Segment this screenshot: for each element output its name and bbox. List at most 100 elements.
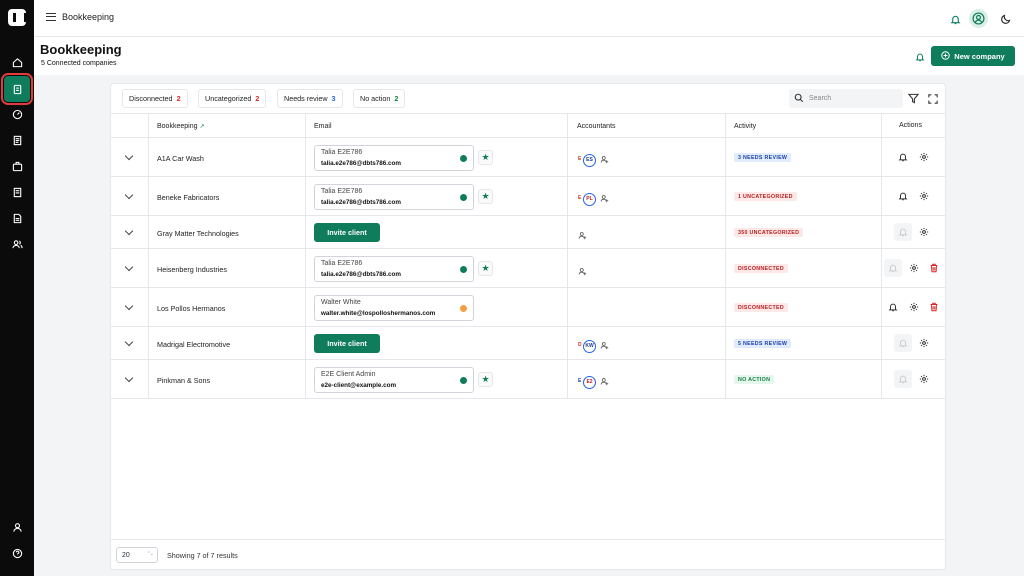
settings-gear-icon[interactable]	[915, 334, 933, 352]
nav-users-icon[interactable]	[7, 234, 27, 254]
table-row[interactable]: Los Pollos Hermanos Walter White walter.…	[111, 288, 945, 327]
bell-icon[interactable]	[884, 298, 902, 316]
nav-bookkeeping-icon[interactable]	[1, 73, 33, 105]
col-actions: Actions	[899, 122, 922, 129]
accountant-avatars[interactable]: E PL	[578, 190, 609, 208]
nav-documents-icon[interactable]	[7, 208, 27, 228]
avatar: E2	[583, 375, 596, 389]
dark-mode-icon[interactable]	[998, 11, 1013, 26]
client-contact[interactable]: Talia E2E786 talia.e2e786@dbts786.com	[314, 184, 474, 210]
chevron-down-icon[interactable]	[124, 190, 134, 200]
settings-gear-icon[interactable]	[905, 259, 923, 277]
star-icon[interactable]: ★	[478, 150, 493, 165]
trash-icon[interactable]	[925, 259, 943, 277]
accountant-avatars[interactable]: D KW	[578, 337, 609, 355]
filter-disconnected[interactable]: Disconnected 2	[122, 89, 188, 108]
table-row[interactable]: Gray Matter Technologies Invite client 3…	[111, 216, 945, 249]
header-bell-icon[interactable]	[914, 51, 926, 63]
search-input[interactable]: Search	[789, 89, 903, 108]
filter-count: 2	[176, 94, 181, 103]
star-icon[interactable]: ★	[478, 261, 493, 276]
bell-icon[interactable]	[894, 187, 912, 205]
new-company-button[interactable]: New company	[931, 46, 1015, 66]
add-accountant-icon[interactable]	[600, 151, 609, 169]
add-accountant-icon[interactable]	[600, 373, 609, 391]
plus-circle-icon	[941, 50, 951, 62]
chevron-down-icon[interactable]	[124, 301, 134, 311]
contact-name: E2E Client Admin	[321, 371, 376, 378]
settings-gear-icon[interactable]	[915, 370, 933, 388]
table-row[interactable]: Madrigal Electromotive Invite client D KW…	[111, 327, 945, 360]
user-avatar-icon[interactable]	[969, 9, 988, 28]
table-row[interactable]: Pinkman & Sons E2E Client Admin e2e-clie…	[111, 360, 945, 399]
results-summary: Showing 7 of 7 results	[167, 551, 238, 560]
bell-icon[interactable]	[894, 334, 912, 352]
settings-gear-icon[interactable]	[915, 187, 933, 205]
company-name: Pinkman & Sons	[157, 376, 211, 385]
app-logo[interactable]	[8, 9, 27, 26]
activity-badge: 1 UNCATEGORIZED	[734, 192, 797, 201]
nav-briefcase-icon[interactable]	[7, 156, 27, 176]
chevron-down-icon[interactable]	[124, 337, 134, 347]
table-row[interactable]: Heisenberg Industries Talia E2E786 talia…	[111, 249, 945, 288]
accountant-avatars[interactable]	[578, 227, 587, 245]
accountant-avatars[interactable]	[578, 263, 587, 281]
fullscreen-icon[interactable]	[926, 92, 939, 105]
contact-name: Walter White	[321, 299, 361, 306]
nav-profile-icon[interactable]	[7, 517, 27, 537]
chevron-down-icon[interactable]	[124, 151, 134, 161]
avatar: PL	[583, 192, 596, 206]
invite-client-button[interactable]: Invite client	[314, 223, 380, 242]
filter-uncategorized[interactable]: Uncategorized 2	[198, 89, 267, 108]
nav-help-icon[interactable]	[7, 543, 27, 563]
page-subtitle: 5 Connected companies	[41, 60, 117, 67]
contact-email: talia.e2e786@dbts786.com	[321, 271, 401, 278]
client-contact[interactable]: Talia E2E786 talia.e2e786@dbts786.com	[314, 256, 474, 282]
accountant-avatars[interactable]: E ES	[578, 151, 609, 169]
menu-toggle-icon[interactable]	[46, 13, 56, 21]
star-icon[interactable]: ★	[478, 372, 493, 387]
bell-icon[interactable]	[894, 370, 912, 388]
contact-name: Talia E2E786	[321, 188, 363, 195]
client-contact[interactable]: Talia E2E786 talia.e2e786@dbts786.com	[314, 145, 474, 171]
notifications-icon[interactable]	[948, 12, 962, 26]
bell-icon[interactable]	[894, 148, 912, 166]
trash-icon[interactable]	[925, 298, 943, 316]
nav-home-icon[interactable]	[7, 52, 27, 72]
avatar: KW	[583, 339, 596, 353]
breadcrumb: Bookkeeping	[62, 12, 115, 22]
invite-client-button[interactable]: Invite client	[314, 334, 380, 353]
table-row[interactable]: A1A Car Wash Talia E2E786 talia.e2e786@d…	[111, 138, 945, 177]
chevron-down-icon[interactable]	[124, 226, 134, 236]
add-accountant-icon[interactable]	[600, 190, 609, 208]
chevron-down-icon[interactable]	[124, 262, 134, 272]
col-bookkeeping[interactable]: Bookkeeping ↗	[157, 123, 204, 130]
settings-gear-icon[interactable]	[915, 223, 933, 241]
settings-gear-icon[interactable]	[915, 148, 933, 166]
client-contact[interactable]: Walter White walter.white@lospollosherma…	[314, 295, 474, 321]
page-title: Bookkeeping	[40, 42, 122, 57]
status-dot	[460, 266, 467, 273]
company-name: A1A Car Wash	[157, 154, 204, 163]
bell-icon[interactable]	[894, 223, 912, 241]
filter-needs-review[interactable]: Needs review 3	[277, 89, 343, 108]
nav-ledger-icon[interactable]	[7, 182, 27, 202]
bell-icon[interactable]	[884, 259, 902, 277]
chevron-down-icon[interactable]	[124, 373, 134, 383]
client-contact[interactable]: E2E Client Admin e2e-client@example.com	[314, 367, 474, 393]
nav-reports-icon[interactable]	[7, 130, 27, 150]
star-icon[interactable]: ★	[478, 189, 493, 204]
table-row[interactable]: Beneke Fabricators Talia E2E786 talia.e2…	[111, 177, 945, 216]
company-name: Heisenberg Industries	[157, 265, 227, 274]
nav-dashboard-icon[interactable]	[7, 104, 27, 124]
filter-no-action[interactable]: No action 2	[353, 89, 406, 108]
add-accountant-icon[interactable]	[600, 337, 609, 355]
add-accountant-icon[interactable]	[578, 227, 587, 245]
per-page-select[interactable]: 20	[116, 547, 158, 563]
status-dot	[460, 305, 467, 312]
filter-icon[interactable]	[907, 92, 920, 105]
add-accountant-icon[interactable]	[578, 263, 587, 281]
settings-gear-icon[interactable]	[905, 298, 923, 316]
contact-email: e2e-client@example.com	[321, 382, 397, 389]
accountant-avatars[interactable]: E E2	[578, 373, 609, 391]
